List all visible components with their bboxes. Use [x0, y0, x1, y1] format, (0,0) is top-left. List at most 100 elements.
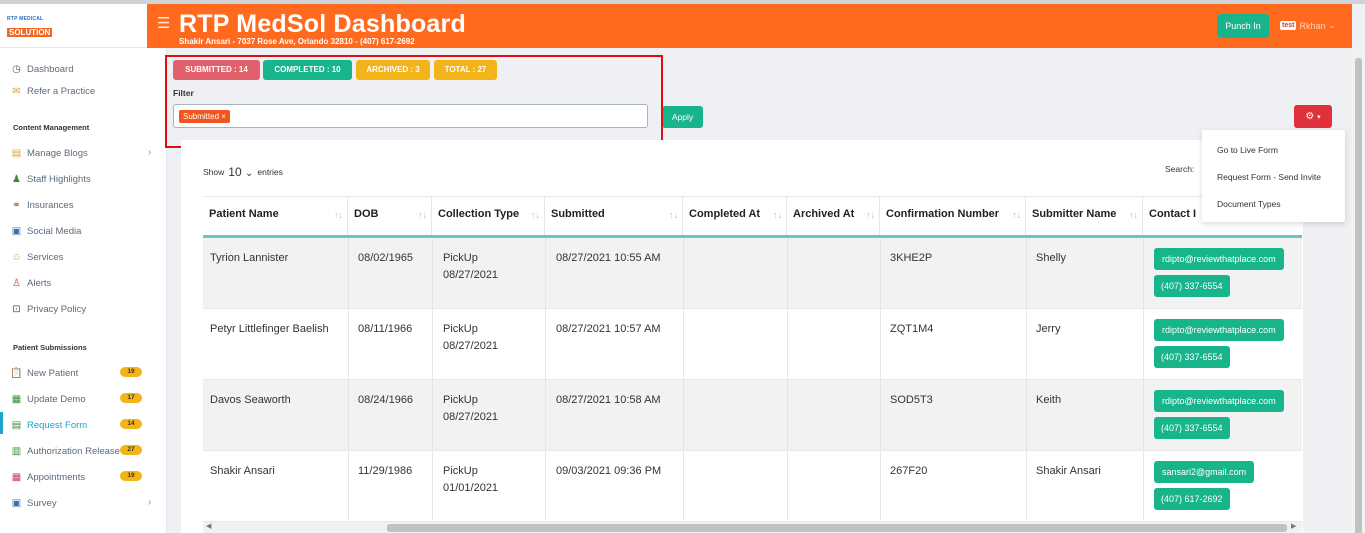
- entries-select[interactable]: 10 ⌄: [228, 165, 253, 179]
- sidebar-item-update-demo[interactable]: ▦ Update Demo: [10, 390, 86, 408]
- settings-dropdown-button[interactable]: ⚙ ▾: [1294, 105, 1332, 128]
- sidebar-item-label: Staff Highlights: [27, 173, 91, 185]
- sidebar-item-label: Insurances: [27, 199, 74, 211]
- page-title: RTP MedSol Dashboard: [179, 10, 466, 38]
- cell-confirmation-number: SOD5T3: [890, 394, 933, 406]
- cell-submitter-name: Jerry: [1036, 323, 1061, 335]
- sort-icon: ↑↓: [669, 210, 678, 220]
- email-button[interactable]: rdipto@reviewthatplace.com: [1154, 390, 1284, 412]
- entries-label: entries: [257, 167, 283, 177]
- phone-button[interactable]: (407) 337-6554: [1154, 346, 1230, 368]
- column-divider: [683, 238, 684, 520]
- cell-confirmation-number: 267F20: [890, 465, 928, 477]
- email-button[interactable]: rdipto@reviewthatplace.com: [1154, 248, 1284, 270]
- count-badge: 27: [120, 445, 142, 455]
- column-header-confirmation-number[interactable]: Confirmation Number ↑↓: [880, 197, 1026, 235]
- table-row[interactable]: Petyr Littlefinger Baelish 08/11/1966 Pi…: [203, 309, 1302, 380]
- punch-in-button[interactable]: Punch In: [1217, 14, 1269, 38]
- phone-button[interactable]: (407) 337-6554: [1154, 275, 1230, 297]
- sidebar-item-services[interactable]: ☺ Services: [10, 248, 63, 266]
- sidebar-item-new-patient[interactable]: 📋 New Patient: [10, 364, 78, 382]
- sidebar-item-social-media[interactable]: ▣ Social Media: [10, 222, 82, 240]
- sidebar-item-appointments[interactable]: ▦ Appointments: [10, 468, 85, 486]
- scrollbar-thumb[interactable]: [1355, 58, 1362, 533]
- column-header-dob[interactable]: DOB ↑↓: [348, 197, 432, 235]
- scroll-left-icon[interactable]: ◀: [206, 522, 211, 530]
- cell-confirmation-number: ZQT1M4: [890, 323, 934, 335]
- column-divider: [1143, 238, 1144, 520]
- sidebar-item-dashboard[interactable]: ◷ Dashboard: [10, 60, 73, 78]
- gear-icon: ⚙: [1305, 111, 1315, 122]
- survey-icon: ▣: [11, 497, 22, 509]
- cell-patient-name: Tyrion Lannister: [210, 252, 289, 264]
- cell-submitted: 09/03/2021 09:36 PM: [556, 465, 662, 477]
- sidebar-item-label: Authorization Release: [27, 445, 120, 457]
- cell-confirmation-number: 3KHE2P: [890, 252, 933, 264]
- scrollbar-thumb[interactable]: [387, 524, 1287, 532]
- user-menu[interactable]: test Rkhan ⌄: [1280, 20, 1336, 31]
- table-row[interactable]: Tyrion Lannister 08/02/1965 PickUp 08/27/…: [203, 238, 1302, 309]
- services-icon: ☺: [11, 251, 22, 263]
- sidebar-item-alerts[interactable]: ♙ Alerts: [10, 274, 51, 292]
- staff-icon: ♟: [12, 173, 21, 185]
- table-horizontal-scrollbar[interactable]: ◀ ▶: [203, 522, 1302, 533]
- scroll-right-icon[interactable]: ▶: [1291, 522, 1296, 530]
- column-header-completed-at[interactable]: Completed At ↑↓: [683, 197, 787, 235]
- column-header-archived-at[interactable]: Archived At ↑↓: [787, 197, 880, 235]
- sidebar-item-label: Refer a Practice: [27, 85, 96, 97]
- column-divider: [432, 238, 433, 520]
- email-button[interactable]: rdipto@reviewthatplace.com: [1154, 319, 1284, 341]
- chevron-down-icon: ⌄: [244, 168, 254, 179]
- sidebar-item-label: Dashboard: [27, 63, 74, 75]
- page-scrollbar[interactable]: [1352, 48, 1365, 533]
- user-avatar: test: [1280, 21, 1297, 30]
- gauge-icon: ◷: [12, 63, 21, 75]
- count-badge: 19: [120, 367, 142, 377]
- count-badge: 19: [120, 471, 142, 481]
- phone-button[interactable]: (407) 337-6554: [1154, 417, 1230, 439]
- table-row[interactable]: Shakir Ansari 11/29/1986 PickUp 01/01/202…: [203, 451, 1302, 522]
- email-button[interactable]: sansari2@gmail.com: [1154, 461, 1255, 483]
- column-header-patient-name[interactable]: Patient Name ↑↓: [203, 197, 348, 235]
- search-label: Search:: [1165, 164, 1195, 174]
- cell-dob: 11/29/1986: [358, 465, 413, 477]
- chevron-right-icon[interactable]: ›: [148, 497, 151, 508]
- logo-area[interactable]: RTP MEDICAL SOLUTION: [0, 4, 166, 48]
- request-form-icon: ▤: [11, 419, 22, 431]
- envelope-icon: ✉: [12, 85, 21, 97]
- cell-dob: 08/02/1965: [358, 252, 414, 264]
- brand-logo[interactable]: RTP MEDICAL SOLUTION: [7, 16, 53, 37]
- sidebar-item-insurances[interactable]: ⚭ Insurances: [10, 196, 73, 214]
- column-divider: [1026, 238, 1027, 520]
- menu-icon[interactable]: ☰: [157, 14, 170, 32]
- menu-item-document-types[interactable]: Document Types: [1217, 199, 1281, 209]
- column-header-submitter-name[interactable]: Submitter Name ↑↓: [1026, 197, 1143, 235]
- menu-item-request-form-send-invite[interactable]: Request Form - Send Invite: [1217, 172, 1321, 182]
- sidebar-item-label: Services: [27, 251, 64, 263]
- column-header-submitted[interactable]: Submitted ↑↓: [545, 197, 683, 235]
- sort-icon: ↑↓: [866, 210, 875, 220]
- sort-icon: ↑↓: [531, 210, 540, 220]
- sidebar-item-manage-blogs[interactable]: ▤ Manage Blogs: [10, 144, 88, 162]
- apply-button[interactable]: Apply: [662, 106, 703, 128]
- table-row[interactable]: Davos Seaworth 08/24/1966 PickUp 08/27/20…: [203, 380, 1302, 451]
- sidebar-item-label: Appointments: [27, 471, 86, 483]
- sidebar-item-survey[interactable]: ▣ Survey: [10, 494, 57, 512]
- insurance-icon: ⚭: [12, 199, 21, 211]
- count-badge: 17: [120, 393, 142, 403]
- alerts-icon: ♙: [12, 277, 21, 289]
- sort-icon: ↑↓: [1129, 210, 1138, 220]
- section-patient-submissions: Patient Submissions: [13, 343, 87, 352]
- sidebar-item-refer-practice[interactable]: ✉ Refer a Practice: [10, 82, 95, 100]
- sidebar-item-privacy-policy[interactable]: ⊡ Privacy Policy: [10, 300, 86, 318]
- sidebar-item-staff-highlights[interactable]: ♟ Staff Highlights: [10, 170, 91, 188]
- chevron-right-icon[interactable]: ›: [148, 147, 151, 158]
- entries-length-control: Show 10 ⌄ entries: [203, 165, 283, 179]
- phone-button[interactable]: (407) 617-2692: [1154, 488, 1230, 510]
- menu-item-go-to-live-form[interactable]: Go to Live Form: [1217, 145, 1278, 155]
- sidebar-item-authorization-release[interactable]: ▥ Authorization Release: [10, 442, 120, 460]
- sidebar-item-request-form[interactable]: ▤ Request Form: [10, 416, 87, 434]
- highlight-box: [165, 55, 663, 148]
- sort-icon: ↑↓: [1012, 210, 1021, 220]
- column-header-collection-type[interactable]: Collection Type ↑↓: [432, 197, 545, 235]
